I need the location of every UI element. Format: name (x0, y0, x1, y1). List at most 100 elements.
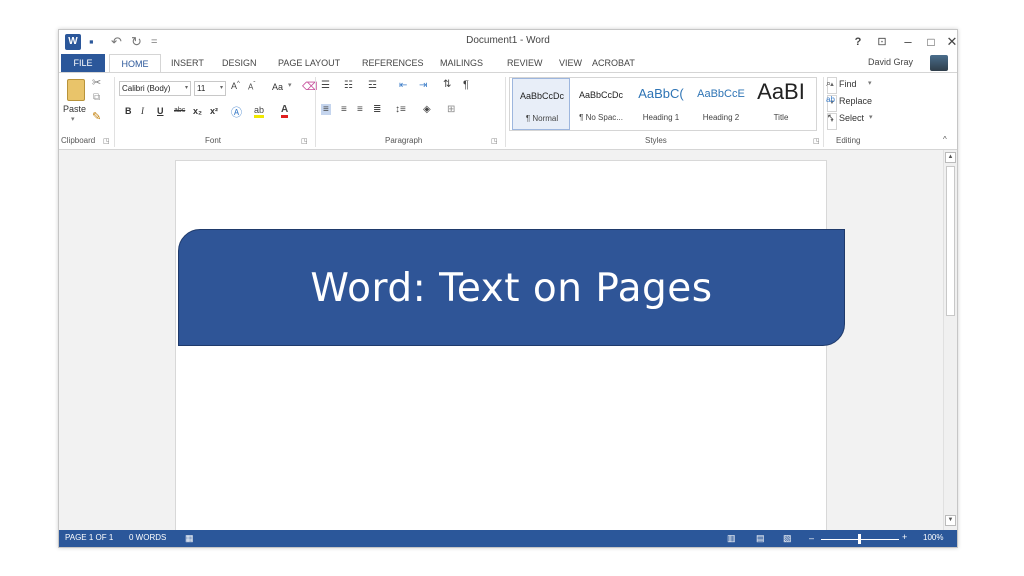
borders-icon[interactable]: ⊞ (447, 104, 455, 115)
chevron-down-icon: ▾ (219, 85, 223, 91)
format-painter-icon[interactable]: ✎ (92, 110, 101, 123)
help-icon[interactable]: ? (849, 33, 867, 51)
style-heading-1[interactable]: AaBbC( Heading 1 (632, 78, 690, 130)
tab-home[interactable]: HOME (109, 54, 161, 72)
align-left-icon[interactable]: ≡ (321, 104, 331, 115)
grow-font-icon[interactable]: A^ (231, 81, 240, 91)
document-page[interactable] (175, 160, 827, 540)
find-button[interactable]: Find (839, 79, 857, 89)
text-effects-icon[interactable]: Ⓐ (231, 104, 242, 120)
group-label-styles: Styles (645, 136, 667, 145)
zoom-in-icon[interactable]: + (902, 532, 907, 542)
bold-button[interactable]: B (125, 106, 132, 116)
scroll-down-icon[interactable]: ▼ (945, 515, 956, 526)
replace-button[interactable]: Replace (839, 96, 872, 106)
font-launcher-icon[interactable]: ◳ (301, 137, 308, 145)
show-formatting-icon[interactable]: ¶ (463, 79, 469, 91)
shading-icon[interactable]: ◈ (423, 104, 431, 115)
ribbon-display-options-icon[interactable]: ⊡ (873, 33, 891, 51)
replace-icon[interactable]: ab (826, 95, 835, 104)
bullets-icon[interactable]: ☰ (321, 80, 330, 91)
proofing-icon[interactable]: ▦ (185, 533, 194, 544)
chevron-down-icon[interactable]: ▾ (869, 113, 873, 121)
chevron-down-icon[interactable]: ▾ (288, 81, 292, 89)
group-label-clipboard: Clipboard (61, 136, 96, 145)
select-cursor-icon[interactable]: ↖ (827, 112, 835, 123)
scroll-up-icon[interactable]: ▲ (945, 152, 956, 163)
find-icon[interactable]: ⌕ (826, 78, 831, 89)
line-spacing-icon[interactable]: ↕≡ (395, 104, 406, 115)
cut-icon[interactable]: ✂ (92, 76, 101, 89)
avatar[interactable] (930, 55, 948, 71)
tab-page-layout[interactable]: PAGE LAYOUT (278, 54, 340, 72)
zoom-out-icon[interactable]: – (809, 533, 814, 543)
shrink-font-icon[interactable]: Aˇ (248, 82, 255, 92)
justify-icon[interactable]: ≣ (373, 104, 381, 115)
tab-review[interactable]: REVIEW (507, 54, 543, 72)
underline-button[interactable]: U (157, 106, 164, 116)
status-bar: PAGE 1 OF 1 0 WORDS ▦ ▥ ▤ ▧ – + 100% (59, 530, 957, 547)
decrease-indent-icon[interactable]: ⇤ (399, 80, 407, 91)
font-size-value: 11 (197, 84, 206, 93)
font-name-select[interactable]: Calibri (Body) ▾ (119, 81, 191, 96)
strikethrough-button[interactable]: abc (174, 107, 185, 114)
numbering-icon[interactable]: ☷ (344, 80, 353, 91)
scroll-thumb[interactable] (946, 166, 955, 316)
styles-gallery: AaBbCcDc ¶ Normal AaBbCcDc ¶ No Spac... … (509, 77, 817, 131)
paste-icon[interactable] (67, 79, 85, 101)
tab-view[interactable]: VIEW (559, 54, 582, 72)
style-sample: AaBbCcDc (519, 91, 564, 101)
group-label-paragraph: Paragraph (385, 136, 423, 145)
tab-references[interactable]: REFERENCES (362, 54, 424, 72)
align-center-icon[interactable]: ≡ (341, 104, 347, 115)
increase-indent-icon[interactable]: ⇥ (419, 80, 427, 91)
change-case-button[interactable]: Aa (272, 82, 283, 92)
paste-button-label[interactable]: Paste (63, 104, 86, 114)
style-sample: AaBbCcE (697, 88, 745, 100)
select-button[interactable]: Select (839, 113, 864, 123)
styles-launcher-icon[interactable]: ◳ (813, 137, 820, 145)
copy-icon[interactable]: ⧉ (93, 92, 100, 103)
read-mode-icon[interactable]: ▥ (727, 533, 736, 544)
subscript-button[interactable]: x₂ (193, 106, 202, 116)
chevron-down-icon: ▾ (184, 85, 188, 91)
paragraph-launcher-icon[interactable]: ◳ (491, 137, 498, 145)
style-no-spacing[interactable]: AaBbCcDc ¶ No Spac... (572, 78, 630, 130)
style-normal[interactable]: AaBbCcDc ¶ Normal (512, 78, 570, 130)
zoom-slider-thumb[interactable] (858, 534, 861, 544)
multilevel-list-icon[interactable]: ☲ (368, 80, 377, 91)
close-icon[interactable]: ✕ (943, 33, 957, 51)
tab-file[interactable]: FILE (61, 54, 105, 72)
font-size-select[interactable]: 11 ▾ (194, 81, 226, 96)
web-layout-icon[interactable]: ▧ (783, 533, 792, 544)
group-divider (315, 77, 316, 147)
title-bar: W ▪ ↶ ↻ = Document1 - Word ? ⊡ – □ ✕ (59, 30, 957, 54)
sort-icon[interactable]: ⇅ (443, 79, 451, 90)
group-label-editing: Editing (836, 136, 861, 145)
superscript-button[interactable]: x² (210, 106, 218, 116)
tab-mailings[interactable]: MAILINGS (440, 54, 483, 72)
maximize-icon[interactable]: □ (922, 33, 940, 51)
chevron-down-icon[interactable]: ▾ (868, 79, 872, 87)
user-name[interactable]: David Gray (868, 57, 913, 67)
italic-button[interactable]: I (141, 106, 144, 116)
font-color-icon[interactable]: A (281, 104, 289, 118)
collapse-ribbon-icon[interactable]: ^ (943, 135, 947, 144)
zoom-level[interactable]: 100% (923, 533, 943, 542)
page-count[interactable]: PAGE 1 OF 1 (65, 533, 113, 542)
paste-dropdown-icon[interactable]: ▾ (71, 115, 75, 123)
ribbon: Paste ▾ ✂ ⧉ ✎ Clipboard ◳ Calibri (Body)… (59, 72, 957, 150)
highlight-color-icon[interactable]: ab (254, 105, 265, 118)
style-title[interactable]: AaBI Title (752, 78, 810, 130)
tab-insert[interactable]: INSERT (171, 54, 204, 72)
tab-acrobat[interactable]: ACROBAT (592, 54, 635, 72)
align-right-icon[interactable]: ≡ (357, 104, 363, 115)
clipboard-launcher-icon[interactable]: ◳ (103, 137, 110, 145)
vertical-scrollbar[interactable]: ▲ ▼ (943, 150, 957, 530)
style-heading-2[interactable]: AaBbCcE Heading 2 (692, 78, 750, 130)
banner-title: Word: Text on Pages (310, 266, 713, 311)
tab-design[interactable]: DESIGN (222, 54, 257, 72)
word-count[interactable]: 0 WORDS (129, 533, 166, 542)
print-layout-icon[interactable]: ▤ (756, 533, 765, 544)
minimize-icon[interactable]: – (899, 33, 917, 51)
